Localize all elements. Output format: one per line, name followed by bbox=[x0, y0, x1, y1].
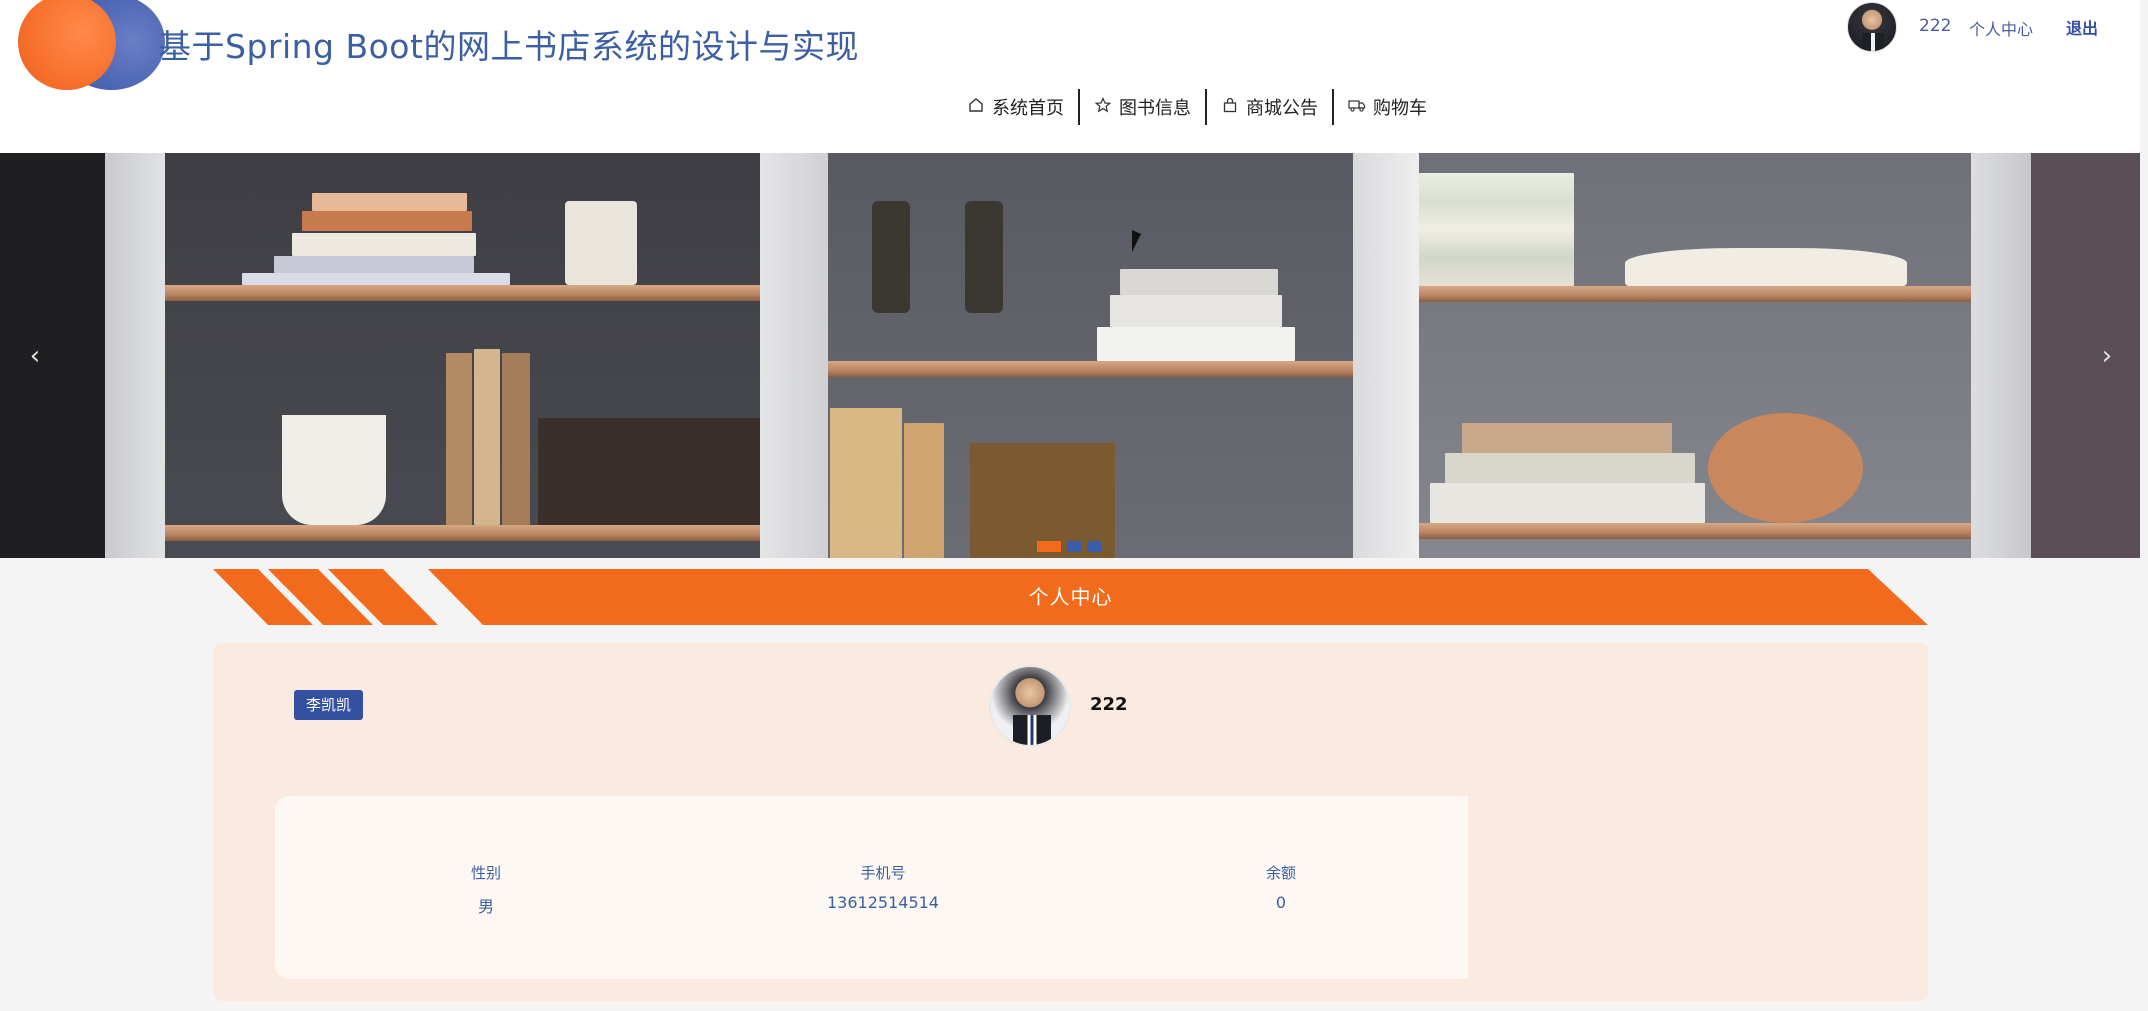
book bbox=[1120, 269, 1278, 295]
info-value: 13612514514 bbox=[827, 893, 939, 912]
info-label: 余额 bbox=[1265, 864, 1296, 882]
plant-pot bbox=[282, 415, 386, 525]
banner-image bbox=[105, 153, 165, 558]
banner-image bbox=[760, 153, 828, 558]
shelf-board bbox=[165, 285, 760, 301]
book bbox=[474, 349, 500, 525]
info-field-phone: 手机号 13612514514 bbox=[783, 862, 983, 912]
nav-item-cart[interactable]: 购物车 bbox=[1334, 89, 1441, 125]
section-title: 个人中心 bbox=[1028, 585, 1113, 609]
book-stack bbox=[1419, 173, 1574, 286]
name-tag: 李凯凯 bbox=[294, 690, 364, 720]
carousel-prev-button[interactable]: ‹ bbox=[20, 341, 50, 371]
user-avatar[interactable] bbox=[1847, 2, 1897, 52]
carousel-indicators bbox=[1037, 541, 1101, 552]
header-username: 222 bbox=[1919, 16, 1952, 36]
info-field-gender: 性别 男 bbox=[386, 862, 586, 917]
book bbox=[1097, 327, 1295, 361]
carousel-dot[interactable] bbox=[1067, 541, 1081, 552]
info-field-balance: 余额 0 bbox=[1181, 862, 1381, 912]
header: 基于Spring Boot的网上书店系统的设计与实现 222 个人中心 退出 系… bbox=[0, 0, 2140, 153]
book bbox=[292, 233, 476, 256]
banner-image bbox=[2031, 153, 2140, 558]
profile-info-panel: 性别 男 手机号 13612514514 余额 0 bbox=[275, 796, 1468, 979]
profile-username: 222 bbox=[1090, 694, 1128, 715]
main-nav: 系统首页 图书信息 商城公告 购物车 bbox=[953, 88, 1441, 126]
carousel-dot[interactable] bbox=[1037, 541, 1061, 552]
shelf-board bbox=[1419, 523, 1971, 539]
nav-label: 图书信息 bbox=[1119, 98, 1191, 119]
mouse-cursor bbox=[1132, 230, 1141, 252]
section-header: 个人中心 bbox=[213, 569, 1928, 625]
book bbox=[446, 353, 472, 525]
profile-avatar bbox=[989, 665, 1071, 747]
carousel-dot[interactable] bbox=[1087, 541, 1101, 552]
binoculars bbox=[965, 201, 1003, 313]
book bbox=[274, 256, 474, 273]
wooden-box bbox=[538, 418, 760, 525]
book bbox=[242, 273, 510, 285]
open-book bbox=[1625, 248, 1907, 286]
nav-label: 商城公告 bbox=[1246, 98, 1318, 119]
nav-item-books[interactable]: 图书信息 bbox=[1080, 89, 1205, 125]
truck-icon bbox=[1348, 97, 1366, 117]
carousel-next-button[interactable]: › bbox=[2092, 341, 2122, 371]
book bbox=[1462, 423, 1672, 453]
book bbox=[1110, 295, 1282, 327]
nav-item-notice[interactable]: 商城公告 bbox=[1207, 89, 1332, 125]
binoculars bbox=[872, 201, 910, 313]
star-icon bbox=[1094, 97, 1112, 117]
logo bbox=[18, 0, 165, 90]
shelf-board bbox=[828, 361, 1353, 377]
book bbox=[904, 423, 944, 558]
banner-carousel[interactable]: ‹ › bbox=[0, 153, 2140, 558]
info-label: 性别 bbox=[470, 864, 501, 882]
shelf-board bbox=[165, 525, 760, 541]
logout-link[interactable]: 退出 bbox=[2066, 15, 2098, 39]
home-icon bbox=[967, 97, 985, 117]
book bbox=[1445, 453, 1695, 483]
dried-flowers bbox=[1708, 413, 1863, 523]
info-value: 男 bbox=[477, 897, 494, 916]
info-label: 手机号 bbox=[860, 864, 906, 882]
nav-label: 系统首页 bbox=[992, 98, 1064, 119]
profile-card: 李凯凯 222 性别 男 手机号 13612514514 余额 0 bbox=[213, 643, 1928, 1001]
book bbox=[302, 211, 472, 231]
banner-image bbox=[1353, 153, 1419, 558]
banner-image bbox=[1971, 153, 2031, 558]
info-value: 0 bbox=[1275, 893, 1287, 912]
shelf-board bbox=[1419, 286, 1971, 302]
book bbox=[830, 408, 902, 558]
personal-center-link[interactable]: 个人中心 bbox=[1969, 16, 2033, 40]
book bbox=[312, 193, 467, 211]
book bbox=[1430, 483, 1705, 523]
nav-label: 购物车 bbox=[1373, 98, 1427, 119]
site-title: 基于Spring Boot的网上书店系统的设计与实现 bbox=[158, 27, 859, 66]
bag-icon bbox=[1221, 97, 1239, 117]
plant-pot bbox=[565, 201, 637, 285]
banner-image bbox=[0, 153, 105, 558]
book bbox=[502, 353, 530, 525]
nav-item-home[interactable]: 系统首页 bbox=[953, 89, 1078, 125]
